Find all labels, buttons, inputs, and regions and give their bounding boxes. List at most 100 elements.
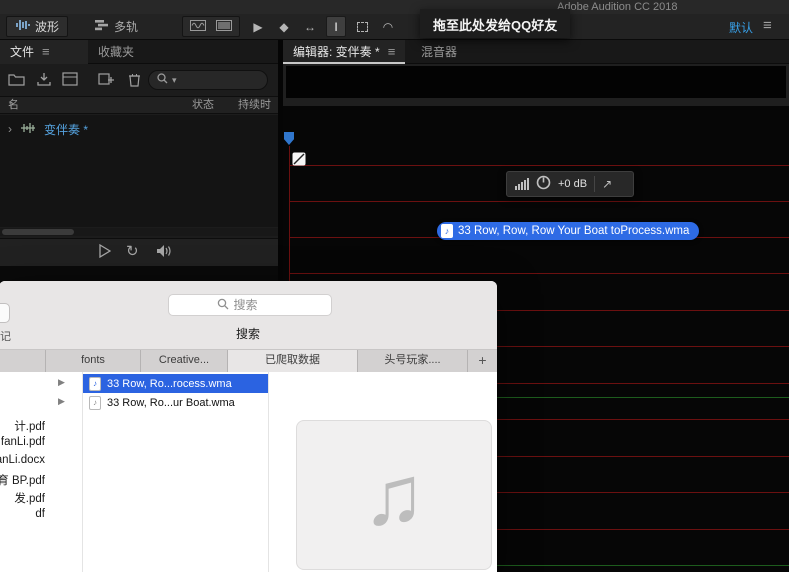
finder-column-view: ▶ ▶ 计.pdf fanLi.pdf anLi.docx 育 BP.pdf 发… <box>0 372 497 572</box>
files-hscrollbar[interactable] <box>0 228 278 236</box>
auto-play-speaker-button[interactable] <box>156 244 173 261</box>
sidebar-file[interactable]: df <box>0 508 45 520</box>
sidebar-file[interactable]: 计.pdf <box>0 418 45 434</box>
screen: Adobe Audition CC 2018 波形 多轨 ▶ ◆ ↔ I ◠ 默… <box>0 0 789 572</box>
finder-tab[interactable]: fonts <box>45 350 140 372</box>
multitrack-view-button[interactable]: 多轨 <box>86 16 146 37</box>
workspace-selector[interactable]: 默认 <box>729 19 753 36</box>
file-row[interactable]: › 变伴奏 * <box>0 119 278 139</box>
disclosure-icon: ▶ <box>58 377 65 387</box>
sidebar-file[interactable]: 发.pdf <box>0 490 45 506</box>
playhead-handle[interactable] <box>284 132 294 145</box>
waveform-icon <box>15 19 30 34</box>
no-selection-icon <box>292 152 306 169</box>
finder-window-title: 搜索 <box>235 327 260 341</box>
gain-knob-icon[interactable] <box>536 175 551 193</box>
editor-tabbar: 编辑器: 变伴奏 * ≡ 混音器 <box>283 40 789 64</box>
lasso-selection-tool-icon[interactable]: ◠ <box>378 16 398 37</box>
finder-nav-button-fragment[interactable] <box>0 303 10 323</box>
gain-value[interactable]: +0 dB <box>558 178 587 190</box>
column-status[interactable]: 状态 <box>192 97 214 114</box>
finder-tabbar: fonts Creative... 已爬取数据 头号玩家.... + <box>0 350 497 372</box>
hscrollbar-thumb[interactable] <box>2 229 74 235</box>
spectral-display-icon[interactable] <box>216 19 232 34</box>
finder-search-field[interactable] <box>168 294 332 316</box>
files-transport-bar: ↻ <box>0 238 278 266</box>
dragged-file-pill[interactable]: ♪ 33 Row, Row, Row Your Boat toProcess.w… <box>437 222 700 240</box>
panel-menu-icon[interactable]: ≡ <box>42 40 50 64</box>
files-list-header: 名称 ↑ 状态 持续时间 <box>0 96 278 128</box>
sort-asc-icon: ↑ <box>8 99 14 111</box>
finder-tab[interactable]: Creative... <box>140 350 227 372</box>
popout-icon[interactable]: ↗ <box>602 177 612 191</box>
tab-mixer[interactable]: 混音器 <box>421 40 457 64</box>
time-selection-tool-icon[interactable]: I <box>326 16 346 37</box>
multitrack-view-label: 多轨 <box>114 20 139 34</box>
trash-icon[interactable] <box>128 72 141 90</box>
qq-drag-tooltip: 拖至此处发给QQ好友 <box>420 9 571 38</box>
app-titlebar: Adobe Audition CC 2018 <box>0 0 789 14</box>
finder-file-name: 33 Row, Ro...rocess.wma <box>107 377 232 390</box>
play-button[interactable] <box>98 243 112 261</box>
multitrack-icon <box>94 19 109 34</box>
files-panel-tabbar: 文件 ≡ 收藏夹 <box>0 40 278 64</box>
waveform-view-label: 波形 <box>35 20 60 34</box>
marquee-box-glyph <box>356 21 368 32</box>
tab-files[interactable]: 文件 ≡ <box>0 40 88 64</box>
razor-tool-icon[interactable]: ◆ <box>274 16 294 37</box>
waveform-display-icon[interactable] <box>190 19 206 34</box>
app-title: Adobe Audition CC 2018 <box>557 1 678 13</box>
volume-hud: +0 dB ↗ <box>506 171 634 197</box>
hud-divider <box>594 176 596 192</box>
finder-tab[interactable]: 已爬取数据 <box>227 350 357 372</box>
main-toolbar: 波形 多轨 ▶ ◆ ↔ I ◠ 默认 ≡ <box>0 14 789 40</box>
media-browser-icon[interactable] <box>62 72 78 89</box>
loop-playback-button[interactable]: ↻ <box>126 242 139 260</box>
tab-editor[interactable]: 编辑器: 变伴奏 * ≡ <box>283 40 406 64</box>
sidebar-partial-label: 记 <box>0 331 11 343</box>
expand-chevron-icon[interactable]: › <box>8 122 12 136</box>
tab-files-label: 文件 <box>10 45 35 59</box>
grid-line-red <box>289 273 789 274</box>
files-toolbar: ▾ <box>0 64 278 96</box>
search-caret-icon: ▾ <box>172 74 177 85</box>
finder-toolbar: 搜索 记 <box>0 281 497 350</box>
finder-new-tab-button[interactable]: + <box>467 350 497 372</box>
finder-window[interactable]: 搜索 记 fonts Creative... 已爬取数据 头号玩家.... + … <box>0 281 497 572</box>
finder-tab[interactable]: 头号玩家.... <box>357 350 467 372</box>
editor-menu-icon[interactable]: ≡ <box>388 44 396 59</box>
waveform-file-icon <box>20 122 36 137</box>
open-file-icon[interactable] <box>8 72 26 89</box>
marquee-selection-tool-icon[interactable] <box>352 16 372 37</box>
search-icon <box>157 73 168 87</box>
grid-line-red <box>289 165 789 166</box>
files-list: › 变伴奏 * <box>0 115 278 227</box>
preview-pane: ♫ <box>296 420 492 570</box>
tab-favorites-label: 收藏夹 <box>98 45 135 59</box>
music-file-icon: ♪ <box>89 376 101 391</box>
move-tool-icon[interactable]: ▶ <box>248 16 268 37</box>
file-name[interactable]: 变伴奏 * <box>44 121 88 138</box>
column-divider[interactable] <box>268 372 269 572</box>
slip-tool-icon[interactable]: ↔ <box>300 16 320 37</box>
finder-tab-stub[interactable] <box>0 350 45 372</box>
new-bin-icon[interactable] <box>98 72 114 89</box>
sidebar-file[interactable]: anLi.docx <box>0 454 45 466</box>
audio-file-icon: ♪ <box>441 224 453 238</box>
display-mode-group <box>182 16 240 37</box>
search-input[interactable] <box>233 298 284 312</box>
zoom-navigator-strip[interactable] <box>286 66 786 98</box>
level-bars-icon[interactable] <box>515 178 529 190</box>
workspace-menu-icon[interactable]: ≡ <box>763 17 772 34</box>
files-search-box[interactable]: ▾ <box>148 70 268 90</box>
import-file-icon[interactable] <box>36 72 52 89</box>
finder-file-row-selected[interactable]: ♪ 33 Row, Ro...rocess.wma <box>83 374 268 393</box>
waveform-view-button[interactable]: 波形 <box>6 16 69 37</box>
search-icon <box>217 298 229 313</box>
sidebar-file[interactable]: fanLi.pdf <box>0 436 45 448</box>
tab-favorites[interactable]: 收藏夹 <box>98 40 134 64</box>
dragged-file-name: 33 Row, Row, Row Your Boat toProcess.wma <box>458 225 690 237</box>
tab-editor-label: 编辑器: 变伴奏 * <box>293 44 380 59</box>
finder-file-row[interactable]: ♪ 33 Row, Ro...ur Boat.wma <box>83 393 268 412</box>
sidebar-file[interactable]: 育 BP.pdf <box>0 472 45 488</box>
